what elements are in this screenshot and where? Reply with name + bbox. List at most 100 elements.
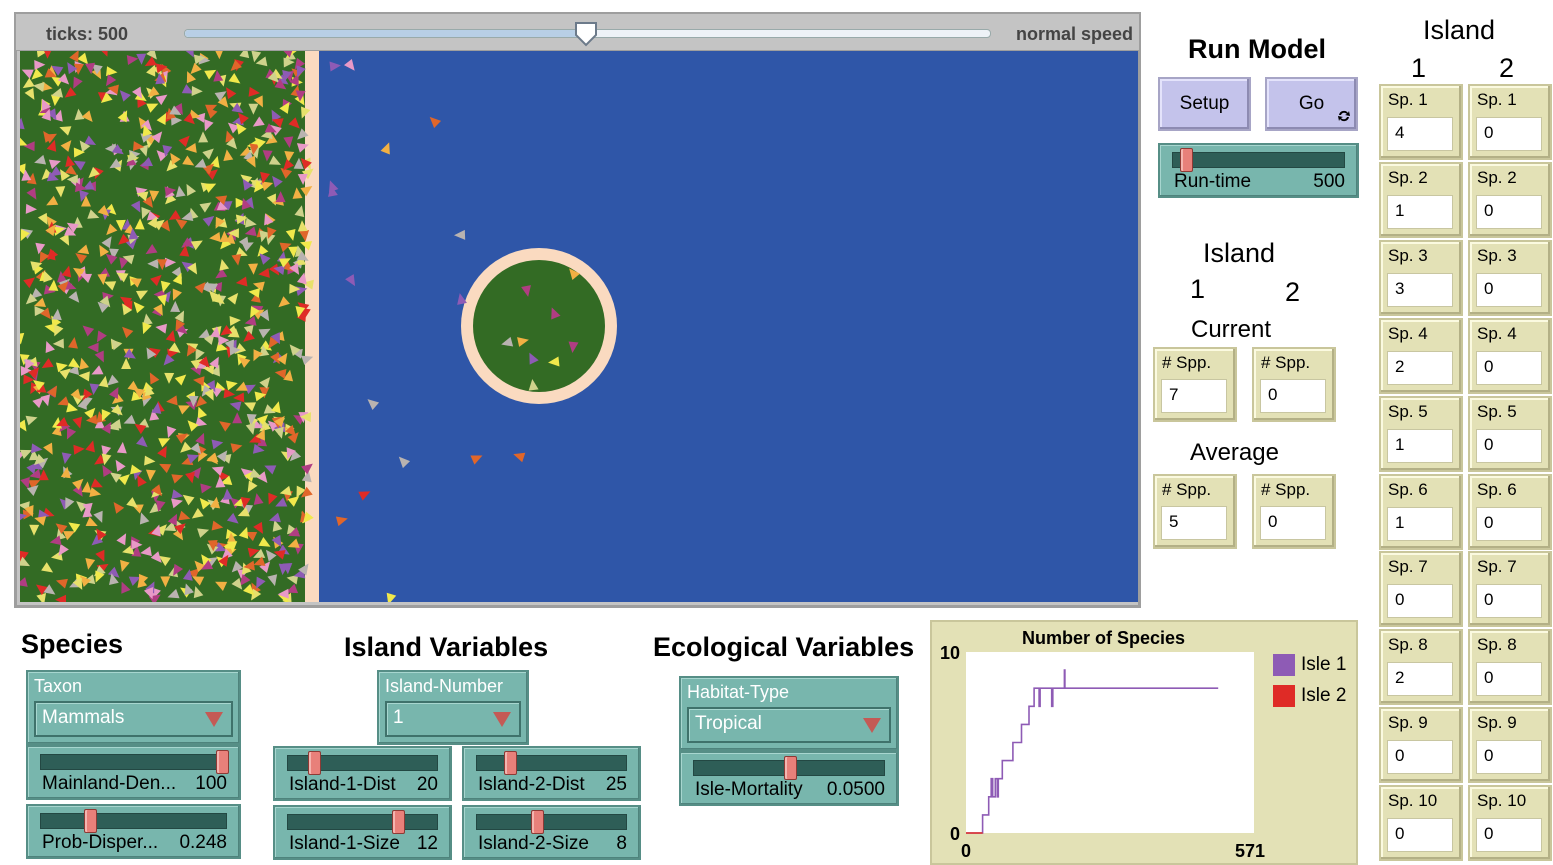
monitor-label: Sp. 8 (1388, 635, 1428, 654)
slider-value: 0.248 (179, 832, 227, 853)
run-time-label: Run-time (1174, 171, 1252, 192)
island-2-size-slider[interactable]: Island-2-Size 8 (462, 805, 641, 860)
island-1-dist-slider[interactable]: Island-1-Dist 20 (273, 746, 452, 801)
legend-isle-2: Isle 2 (1273, 685, 1346, 707)
species-monitor-island2-sp9: Sp. 9 0 (1468, 707, 1552, 783)
monitor-label: # Spp. (1261, 353, 1311, 372)
go-label: Go (1298, 93, 1325, 114)
species-monitor-island2-sp2: Sp. 2 0 (1468, 162, 1552, 238)
monitor-label: Sp. 5 (1477, 402, 1517, 421)
slider-track (40, 813, 227, 829)
monitor-label: Sp. 1 (1477, 90, 1517, 109)
monitor-value: 0 (1476, 662, 1542, 696)
species-monitor-island2-sp6: Sp. 6 0 (1468, 474, 1552, 550)
slider-track (476, 814, 627, 830)
run-time-slider[interactable]: Run-time 500 (1158, 143, 1359, 198)
taxon-chooser[interactable]: Taxon Mammals (26, 670, 241, 745)
slider-value: 25 (605, 774, 627, 795)
monitor-value: 0 (1476, 351, 1542, 385)
island-number-chooser[interactable]: Island-Number 1 (377, 670, 529, 745)
monitor-label: Sp. 6 (1477, 480, 1517, 499)
species-monitor-island1-sp9: Sp. 9 0 (1379, 707, 1463, 783)
slider-knob[interactable] (216, 750, 229, 774)
island-summary-col2: 2 (1285, 277, 1301, 307)
slider-knob[interactable] (783, 756, 797, 780)
island-2-dist-slider[interactable]: Island-2-Dist 25 (462, 746, 641, 801)
island-variables-heading: Island Variables (344, 632, 549, 662)
monitor-label: Sp. 2 (1477, 168, 1517, 187)
monitor-value: 3 (1387, 273, 1453, 307)
slider-label: Island-2-Dist (478, 774, 585, 795)
current-species-island1: # Spp. 7 (1153, 347, 1237, 422)
slider-value: 0.0500 (826, 779, 885, 800)
ticks-counter: ticks: 500 (46, 24, 129, 44)
monitor-label: Sp. 6 (1388, 480, 1428, 499)
species-monitor-island1-sp6: Sp. 6 1 (1379, 474, 1463, 550)
slider-label: Island-1-Dist (289, 774, 396, 795)
monitor-label: # Spp. (1261, 480, 1311, 499)
slider-value: 100 (195, 773, 227, 794)
slider-knob[interactable] (308, 751, 321, 775)
species-panel-heading: Island (1423, 15, 1496, 45)
monitor-value: 0 (1387, 584, 1453, 618)
monitor-label: Sp. 8 (1477, 635, 1517, 654)
habitat-type-chooser[interactable]: Habitat-Type Tropical (679, 676, 899, 751)
run-time-knob[interactable] (1180, 148, 1194, 172)
slider-knob[interactable] (504, 751, 517, 775)
monitor-value: 0 (1476, 273, 1542, 307)
monitor-label: Sp. 7 (1477, 557, 1517, 576)
monitor-label: Sp. 1 (1388, 90, 1428, 109)
monitor-value: 5 (1161, 506, 1227, 540)
monitor-label: Sp. 4 (1388, 324, 1428, 343)
speed-slider-thumb[interactable] (574, 21, 598, 47)
monitor-label: # Spp. (1162, 480, 1212, 499)
species-monitor-island1-sp4: Sp. 4 2 (1379, 318, 1463, 394)
isle-mortality-slider[interactable]: Isle-Mortality 0.0500 (679, 751, 899, 806)
current-species-island2: # Spp. 0 (1252, 347, 1336, 422)
current-label: Current (1191, 316, 1272, 343)
forever-icon (1338, 110, 1350, 122)
monitor-label: Sp. 10 (1388, 791, 1438, 810)
monitor-label: Sp. 5 (1388, 402, 1428, 421)
species-monitor-island2-sp10: Sp. 10 0 (1468, 785, 1552, 861)
speed-label: normal speed (1015, 24, 1133, 44)
slider-knob[interactable] (84, 809, 97, 833)
species-heading: Species (21, 629, 124, 659)
monitor-label: Sp. 2 (1388, 168, 1428, 187)
world-view[interactable] (14, 51, 1141, 608)
slider-label: Island-1-Size (289, 833, 400, 854)
species-monitor-island1-sp1: Sp. 1 4 (1379, 84, 1463, 160)
run-model-heading: Run Model (1188, 34, 1326, 64)
slider-knob[interactable] (530, 810, 544, 834)
species-monitor-island1-sp8: Sp. 8 2 (1379, 629, 1463, 705)
species-monitor-island1-sp7: Sp. 7 0 (1379, 551, 1463, 627)
taxon-select[interactable]: Mammals (34, 701, 233, 737)
species-panel-col2: 2 (1499, 53, 1515, 83)
island-number-select[interactable]: 1 (385, 701, 521, 737)
island-1-size-slider[interactable]: Island-1-Size 12 (273, 805, 452, 860)
legend-label: Isle 1 (1301, 654, 1347, 675)
speed-bar: ticks: 500 normal speed (14, 12, 1141, 52)
mainland-density-slider[interactable]: Mainland-Den... 100 (26, 745, 241, 800)
setup-label: Setup (1179, 93, 1230, 114)
taxon-label: Taxon (34, 676, 83, 696)
legend-swatch (1273, 654, 1295, 676)
monitor-value: 0 (1260, 506, 1326, 540)
monitor-value: 0 (1476, 818, 1542, 852)
monitor-value: 0 (1476, 507, 1542, 541)
go-button[interactable]: Go (1265, 77, 1358, 131)
setup-button[interactable]: Setup (1158, 77, 1251, 131)
prob-dispersal-slider[interactable]: Prob-Disper... 0.248 (26, 804, 241, 859)
monitor-value: 0 (1387, 740, 1453, 774)
habitat-type-select[interactable]: Tropical (687, 707, 891, 743)
slider-knob[interactable] (392, 810, 405, 834)
legend-swatch (1273, 685, 1295, 707)
average-species-island1: # Spp. 5 (1153, 474, 1237, 549)
average-species-island2: # Spp. 0 (1252, 474, 1336, 549)
monitor-value: 0 (1476, 117, 1542, 151)
slider-label: Mainland-Den... (42, 773, 177, 794)
monitor-value: 1 (1387, 195, 1453, 229)
island-summary-col1: 1 (1190, 274, 1206, 304)
number-of-species-plot: Number of Species 0 10 0 571 Isle 1 Isle 2 (930, 620, 1358, 865)
slider-value: 12 (416, 833, 438, 854)
